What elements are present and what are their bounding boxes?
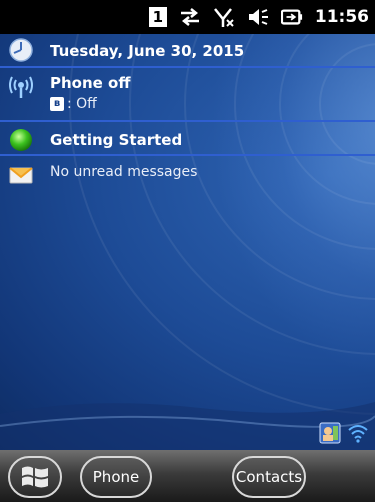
- start-button[interactable]: [8, 456, 62, 498]
- contacts-card-icon[interactable]: [319, 422, 341, 444]
- wifi-icon[interactable]: [347, 422, 369, 444]
- phone-softkey-button[interactable]: Phone: [80, 456, 152, 498]
- today-screen: Tuesday, June 30, 2015 Phone off ʙ: Off: [0, 34, 375, 450]
- no-signal-icon[interactable]: [213, 6, 235, 28]
- clock-icon: [9, 38, 33, 62]
- date-row[interactable]: Tuesday, June 30, 2015: [0, 34, 375, 68]
- speaker-icon[interactable]: [247, 6, 269, 28]
- battery-charging-icon[interactable]: [280, 6, 303, 28]
- messages-row[interactable]: No unread messages: [0, 158, 375, 188]
- bluetooth-icon: ʙ: [50, 97, 64, 111]
- windows-logo-icon: [22, 466, 48, 488]
- messages-label: No unread messages: [50, 164, 198, 180]
- envelope-icon: [9, 167, 33, 184]
- phone-row[interactable]: Phone off ʙ: Off: [0, 70, 375, 122]
- clock-time[interactable]: 11:56: [315, 7, 369, 27]
- contacts-softkey-button[interactable]: Contacts: [232, 456, 306, 498]
- date-label: Tuesday, June 30, 2015: [50, 42, 245, 60]
- status-bar: 1 11:56: [0, 0, 375, 34]
- phone-status-title: Phone off: [50, 74, 131, 92]
- sync-arrows-icon[interactable]: [179, 6, 201, 28]
- green-orb-icon: [10, 129, 32, 151]
- wireless-antenna-icon: [9, 76, 33, 98]
- getting-started-label: Getting Started: [50, 131, 183, 149]
- notification-count[interactable]: 1: [148, 7, 167, 27]
- bluetooth-status-text: : Off: [67, 96, 97, 112]
- system-tray: [319, 422, 369, 444]
- softkey-bar: Phone Contacts: [0, 450, 375, 502]
- bluetooth-status-line: ʙ: Off: [50, 96, 97, 112]
- getting-started-row[interactable]: Getting Started: [0, 124, 375, 156]
